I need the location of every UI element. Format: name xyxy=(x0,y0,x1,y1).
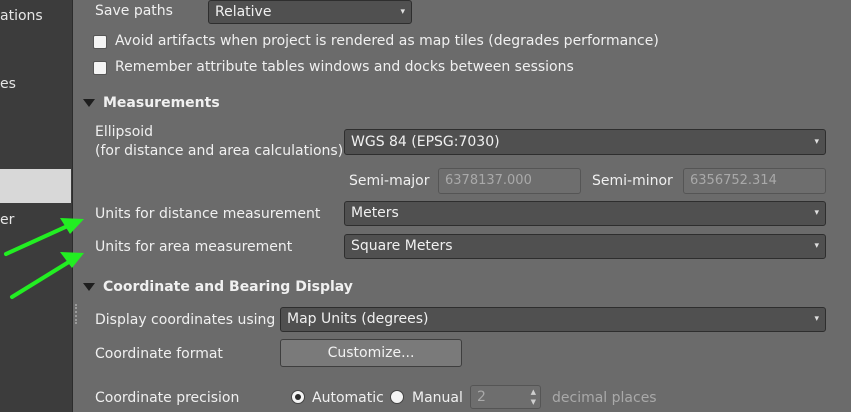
annotation-arrows xyxy=(4,218,84,299)
annotation-arrow-distance xyxy=(4,222,74,256)
annotation-arrow-area xyxy=(10,258,74,299)
